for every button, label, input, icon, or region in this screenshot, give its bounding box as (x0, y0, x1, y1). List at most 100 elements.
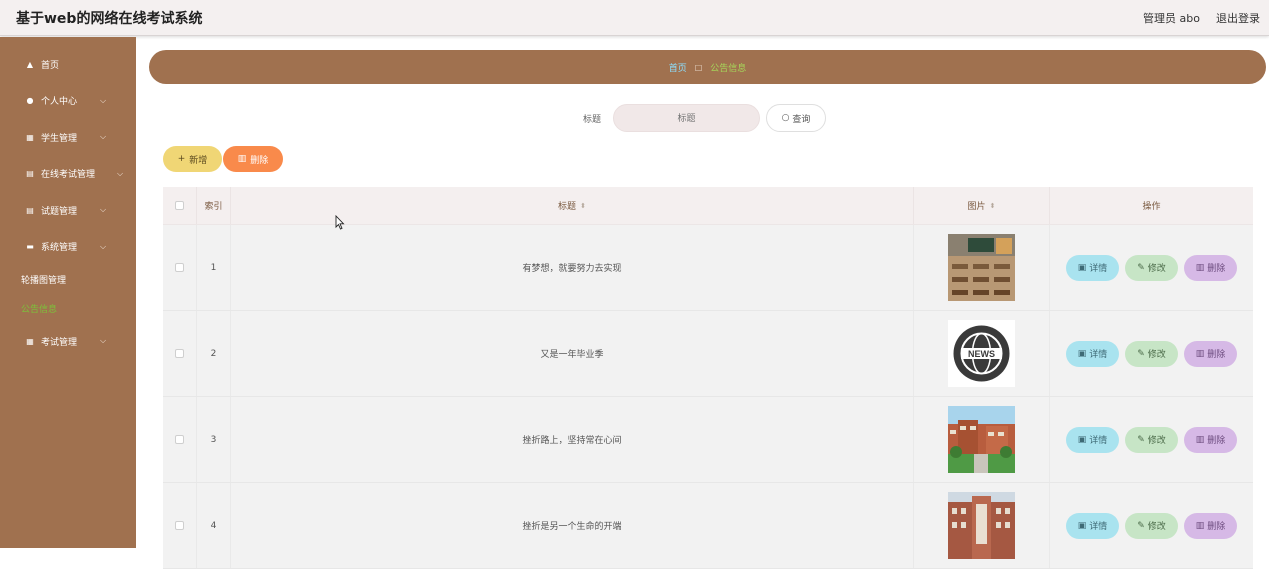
detail-button[interactable]: ▣ 详情 (1066, 254, 1119, 281)
chevron-down-icon: ⌵ (117, 168, 124, 178)
header-index: 索引 (197, 187, 231, 224)
logout-link[interactable]: 退出登录 (1216, 10, 1260, 26)
row-checkbox-cell (163, 397, 197, 482)
trash-icon: ▥ (1195, 434, 1205, 445)
delete-button-label: 删除 (250, 155, 269, 166)
edit-label: 修改 (1147, 264, 1166, 274)
row-delete-button[interactable]: ▥ 删除 (1184, 254, 1237, 281)
table-row: 4 挫折是另一个生命的开端 ▣ 详情 ✎ 修改 ▥ 删除 (163, 483, 1253, 569)
edit-label: 修改 (1147, 436, 1166, 446)
edit-button[interactable]: ✎ 修改 (1125, 340, 1178, 367)
edit-button[interactable]: ✎ 修改 (1125, 254, 1178, 281)
breadcrumb-separator-icon: □ (694, 62, 703, 72)
search-input[interactable] (613, 104, 760, 132)
delete-label: 删除 (1207, 350, 1226, 360)
row-index: 1 (197, 225, 231, 310)
row-checkbox[interactable] (175, 263, 184, 272)
pencil-icon: ✎ (1137, 348, 1145, 359)
pencil-icon: ✎ (1137, 262, 1145, 273)
news-thumbnail[interactable]: NEWS (948, 320, 1015, 387)
detail-button[interactable]: ▣ 详情 (1066, 512, 1119, 539)
sidebar-item-profile[interactable]: ● 个人中心 ⌵ (0, 83, 136, 120)
admin-user-label[interactable]: 管理员 abo (1143, 10, 1200, 26)
chevron-down-icon: ⌵ (100, 336, 107, 345)
delete-label: 删除 (1207, 522, 1226, 532)
detail-label: 详情 (1089, 264, 1108, 274)
sidebar-item-home[interactable]: ▲ 首页 (0, 46, 136, 83)
notice-table: 索引 标题 ⬍ 图片 ⬍ 操作 1 有梦想，就要努力去实现 ▣ 详情 ✎ 修改 … (163, 187, 1253, 569)
sidebar-item-label: 首页 (41, 60, 60, 71)
trash-icon: ▥ (1195, 348, 1205, 359)
chevron-up-icon: ⌵ (100, 241, 107, 251)
select-all-checkbox[interactable] (175, 201, 184, 210)
top-bar: 基于web的网络在线考试系统 管理员 abo 退出登录 (0, 0, 1269, 36)
document-icon: ▣ (1077, 348, 1087, 359)
detail-button[interactable]: ▣ 详情 (1066, 426, 1119, 453)
sidebar-item-label: 考试管理 (41, 337, 78, 348)
delete-button[interactable]: ▥ 删除 (223, 146, 283, 172)
edit-label: 修改 (1147, 350, 1166, 360)
home-icon: ▲ (26, 59, 34, 69)
row-delete-button[interactable]: ▥ 删除 (1184, 426, 1237, 453)
row-delete-button[interactable]: ▥ 删除 (1184, 340, 1237, 367)
detail-button[interactable]: ▣ 详情 (1066, 340, 1119, 367)
row-actions: ▣ 详情 ✎ 修改 ▥ 删除 (1050, 311, 1253, 396)
document-icon: ▣ (1077, 262, 1087, 273)
add-button[interactable]: + 新增 (163, 146, 222, 172)
row-checkbox[interactable] (175, 349, 184, 358)
sidebar-item-questions[interactable]: ▤ 试题管理 ⌵ (0, 192, 136, 229)
grid-icon: ▦ (26, 132, 34, 142)
pencil-icon: ✎ (1137, 520, 1145, 531)
header-image[interactable]: 图片 ⬍ (914, 187, 1050, 224)
row-checkbox[interactable] (175, 521, 184, 530)
header-image-label: 图片 (967, 202, 986, 212)
sidebar-item-label: 试题管理 (41, 206, 78, 217)
campus-thumbnail[interactable] (948, 406, 1015, 473)
sidebar-item-system[interactable]: ▬ 系统管理 ⌵ (0, 229, 136, 266)
grid-icon: ▦ (26, 336, 34, 346)
server-icon: ▬ (26, 242, 34, 252)
delete-label: 删除 (1207, 264, 1226, 274)
detail-label: 详情 (1089, 522, 1108, 532)
main-content: 首页 □ 公告信息 标题 ○ 查询 + 新增 ▥ 删除 索引 标题⬍ 图片⬍ 操… (136, 37, 1269, 569)
row-checkbox[interactable] (175, 435, 184, 444)
sidebar-subitem-carousel[interactable]: 轮播图管理 (0, 265, 136, 294)
row-delete-button[interactable]: ▥ 删除 (1184, 512, 1237, 539)
header-title[interactable]: 标题 ⬍ (231, 187, 914, 224)
row-title: 挫折是另一个生命的开端 (231, 483, 914, 568)
row-title: 有梦想，就要努力去实现 (231, 225, 914, 310)
sidebar-subitem-notices[interactable]: 公告信息 (0, 294, 136, 323)
sidebar-item-students[interactable]: ▦ 学生管理 ⌵ (0, 119, 136, 156)
edit-button[interactable]: ✎ 修改 (1125, 426, 1178, 453)
row-image-cell (914, 483, 1050, 568)
document-icon: ▣ (1077, 434, 1087, 445)
sidebar: ▲ 首页 ● 个人中心 ⌵ ▦ 学生管理 ⌵ ▤ 在线考试管理 ⌵ ▤ 试题管理… (0, 37, 136, 548)
sidebar-item-label: 个人中心 (41, 97, 78, 108)
chevron-down-icon: ⌵ (100, 95, 107, 105)
row-checkbox-cell (163, 483, 197, 568)
table-row: 3 挫折路上，坚持常在心间 ▣ 详情 ✎ 修改 ▥ 删除 (163, 397, 1253, 483)
delete-label: 删除 (1207, 436, 1226, 446)
user-icon: ● (26, 96, 34, 106)
sidebar-item-label: 系统管理 (41, 243, 78, 254)
search-button[interactable]: ○ 查询 (766, 104, 826, 132)
sidebar-item-online-exam[interactable]: ▤ 在线考试管理 ⌵ (0, 156, 136, 193)
row-title: 挫折路上，坚持常在心间 (231, 397, 914, 482)
breadcrumb: 首页 □ 公告信息 (149, 50, 1266, 84)
trash-icon: ▥ (1195, 520, 1205, 531)
row-checkbox-cell (163, 311, 197, 396)
pencil-icon: ✎ (1137, 434, 1145, 445)
row-actions: ▣ 详情 ✎ 修改 ▥ 删除 (1050, 483, 1253, 568)
app-title: 基于web的网络在线考试系统 (16, 11, 203, 27)
building-thumbnail[interactable] (948, 492, 1015, 559)
breadcrumb-home[interactable]: 首页 (669, 61, 687, 74)
sort-icon[interactable]: ⬍ (990, 202, 996, 210)
search-button-label: 查询 (792, 114, 811, 125)
edit-button[interactable]: ✎ 修改 (1125, 512, 1178, 539)
row-image-cell (914, 397, 1050, 482)
classroom-thumbnail[interactable] (948, 234, 1015, 301)
sidebar-item-label: 学生管理 (41, 133, 78, 144)
sort-icon[interactable]: ⬍ (580, 202, 586, 210)
sidebar-item-exams[interactable]: ▦ 考试管理 ⌵ (0, 323, 136, 360)
table-row: 2 又是一年毕业季 NEWS ▣ 详情 ✎ 修改 ▥ 删除 (163, 311, 1253, 397)
